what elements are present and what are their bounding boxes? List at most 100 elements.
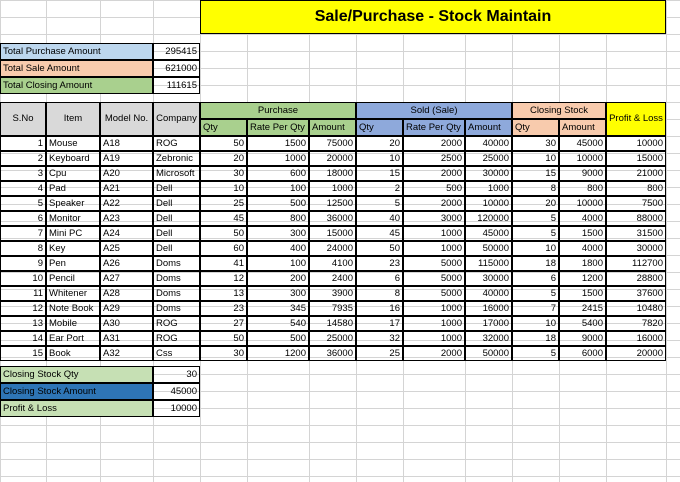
cell-purchase-rate[interactable]: 100 [247,256,309,271]
cell-purchase-amount[interactable]: 25000 [309,331,356,346]
cell-closing-qty[interactable]: 6 [512,271,559,286]
cell-purchase-qty[interactable]: 30 [200,166,247,181]
cell-sold-rate[interactable]: 3000 [403,211,465,226]
cell-sold-rate[interactable]: 2000 [403,136,465,151]
cell-sold-amount[interactable]: 40000 [465,136,512,151]
cell-purchase-rate[interactable]: 200 [247,271,309,286]
cell-sold-qty[interactable]: 2 [356,181,403,196]
total-purchase-value[interactable]: 295415 [153,43,200,60]
cell-model[interactable]: A23 [100,211,153,226]
cell-sno[interactable]: 10 [0,271,46,286]
cell-purchase-rate[interactable]: 300 [247,226,309,241]
cell-item[interactable]: Mobile [46,316,100,331]
cell-sno[interactable]: 8 [0,241,46,256]
cell-closing-amount[interactable]: 800 [559,181,606,196]
cell-sold-rate[interactable]: 5000 [403,271,465,286]
cell-purchase-amount[interactable]: 36000 [309,346,356,361]
cell-closing-amount[interactable]: 10000 [559,151,606,166]
cell-sold-amount[interactable]: 40000 [465,286,512,301]
cell-closing-qty[interactable]: 5 [512,211,559,226]
cell-profit-loss[interactable]: 15000 [606,151,666,166]
cell-model[interactable]: A25 [100,241,153,256]
cell-sno[interactable]: 3 [0,166,46,181]
cell-sno[interactable]: 14 [0,331,46,346]
cell-sold-amount[interactable]: 10000 [465,196,512,211]
cell-purchase-amount[interactable]: 20000 [309,151,356,166]
cell-sold-rate[interactable]: 1000 [403,331,465,346]
cell-item[interactable]: Pen [46,256,100,271]
closing-stock-qty-label[interactable]: Closing Stock Qty [0,366,153,383]
cell-profit-loss[interactable]: 37600 [606,286,666,301]
header-purchase-amount[interactable]: Amount [309,119,356,136]
cell-sold-rate[interactable]: 500 [403,181,465,196]
cell-profit-loss[interactable]: 20000 [606,346,666,361]
closing-stock-qty-value[interactable]: 30 [153,366,200,383]
cell-sold-rate[interactable]: 2000 [403,346,465,361]
cell-sold-qty[interactable]: 10 [356,151,403,166]
cell-purchase-rate[interactable]: 1200 [247,346,309,361]
cell-closing-amount[interactable]: 4000 [559,241,606,256]
cell-closing-qty[interactable]: 8 [512,181,559,196]
cell-closing-qty[interactable]: 10 [512,316,559,331]
cell-sold-rate[interactable]: 2000 [403,166,465,181]
cell-sno[interactable]: 12 [0,301,46,316]
cell-model[interactable]: A21 [100,181,153,196]
cell-sno[interactable]: 2 [0,151,46,166]
cell-sno[interactable]: 1 [0,136,46,151]
cell-purchase-rate[interactable]: 540 [247,316,309,331]
cell-closing-qty[interactable]: 5 [512,286,559,301]
cell-sno[interactable]: 5 [0,196,46,211]
cell-profit-loss[interactable]: 10480 [606,301,666,316]
cell-purchase-qty[interactable]: 45 [200,211,247,226]
cell-model[interactable]: A27 [100,271,153,286]
cell-sold-rate[interactable]: 1000 [403,241,465,256]
cell-model[interactable]: A29 [100,301,153,316]
cell-purchase-rate[interactable]: 800 [247,211,309,226]
cell-sold-amount[interactable]: 120000 [465,211,512,226]
cell-sold-amount[interactable]: 25000 [465,151,512,166]
cell-sold-amount[interactable]: 45000 [465,226,512,241]
cell-sold-amount[interactable]: 16000 [465,301,512,316]
cell-purchase-rate[interactable]: 500 [247,331,309,346]
cell-company[interactable]: Css [153,346,200,361]
cell-sold-rate[interactable]: 1000 [403,226,465,241]
cell-purchase-qty[interactable]: 13 [200,286,247,301]
cell-model[interactable]: A26 [100,256,153,271]
header-closing-amount[interactable]: Amount [559,119,606,136]
cell-purchase-amount[interactable]: 7935 [309,301,356,316]
cell-sold-rate[interactable]: 2500 [403,151,465,166]
cell-sold-qty[interactable]: 16 [356,301,403,316]
cell-purchase-amount[interactable]: 18000 [309,166,356,181]
cell-company[interactable]: Doms [153,301,200,316]
cell-sold-qty[interactable]: 45 [356,226,403,241]
cell-sno[interactable]: 7 [0,226,46,241]
cell-profit-loss[interactable]: 7820 [606,316,666,331]
cell-profit-loss[interactable]: 112700 [606,256,666,271]
cell-sold-amount[interactable]: 1000 [465,181,512,196]
header-closing[interactable]: Closing Stock [512,102,606,119]
cell-sold-amount[interactable]: 115000 [465,256,512,271]
cell-closing-amount[interactable]: 1500 [559,286,606,301]
cell-closing-qty[interactable]: 18 [512,256,559,271]
cell-sold-rate[interactable]: 5000 [403,256,465,271]
cell-sold-qty[interactable]: 8 [356,286,403,301]
cell-purchase-qty[interactable]: 12 [200,271,247,286]
cell-purchase-amount[interactable]: 12500 [309,196,356,211]
closing-stock-amount-value[interactable]: 45000 [153,383,200,400]
cell-profit-loss[interactable]: 21000 [606,166,666,181]
cell-closing-amount[interactable]: 4000 [559,211,606,226]
header-sold-qty[interactable]: Qty [356,119,403,136]
cell-purchase-amount[interactable]: 24000 [309,241,356,256]
cell-sold-qty[interactable]: 17 [356,316,403,331]
cell-sold-amount[interactable]: 50000 [465,346,512,361]
header-purchase-rate[interactable]: Rate Per Qty [247,119,309,136]
cell-profit-loss[interactable]: 30000 [606,241,666,256]
cell-sold-qty[interactable]: 32 [356,331,403,346]
cell-closing-amount[interactable]: 10000 [559,196,606,211]
cell-sno[interactable]: 11 [0,286,46,301]
cell-closing-amount[interactable]: 5400 [559,316,606,331]
cell-sold-qty[interactable]: 25 [356,346,403,361]
cell-model[interactable]: A20 [100,166,153,181]
header-model[interactable]: Model No. [100,102,153,136]
total-closing-value[interactable]: 111615 [153,77,200,94]
